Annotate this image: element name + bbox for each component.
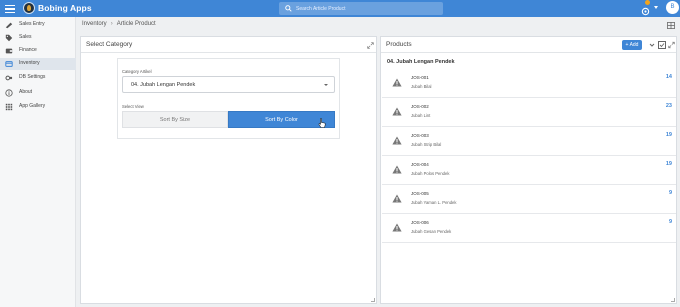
sidebar-item-app-gallery[interactable]: App Gallery (0, 101, 76, 113)
grid-icon (5, 103, 13, 111)
category-filter-card: Category Artikel 04. Jubah Lengan Pendek… (117, 58, 340, 139)
panel-header: Select Category (81, 37, 376, 53)
sidebar-item-inventory[interactable]: Inventory (0, 58, 76, 70)
product-name: Jubah Lint (411, 113, 431, 118)
product-code: JOS-001 (411, 75, 429, 80)
notification-badge (645, 0, 650, 5)
info-icon (5, 89, 13, 97)
hand-cursor-icon (318, 118, 326, 128)
product-name: Jubah Yaman L. Pendek (411, 200, 457, 205)
product-quantity: 9 (668, 190, 672, 196)
breadcrumb: Inventory › Article Product (82, 21, 156, 27)
product-row[interactable]: JOS-001 Jubah Bilal 14 (382, 69, 676, 98)
sidebar-item-label: App Gallery (19, 103, 46, 109)
chevron-down-icon[interactable] (649, 41, 655, 49)
sidebar-item-finance[interactable]: Finance (0, 45, 76, 57)
expand-icon[interactable] (367, 42, 374, 49)
product-row[interactable]: JOS-002 Jubah Lint 23 (382, 98, 676, 127)
resize-handle[interactable] (671, 298, 675, 302)
sidebar-item-label: Sales (19, 34, 32, 40)
panel-header: Products + Add (381, 37, 676, 53)
sidebar-item-label: Inventory (19, 60, 40, 66)
product-row[interactable]: JOS-006 Jubah Gesan Pendek 9 (382, 214, 676, 243)
category-select-value: 04. Jubah Lengan Pendek (131, 82, 196, 88)
layout-toggle-icon[interactable] (667, 22, 675, 29)
product-quantity: 14 (665, 74, 672, 80)
warning-icon (392, 223, 402, 232)
product-code: JOS-005 (411, 191, 429, 196)
product-row[interactable]: JOS-005 Jubah Yaman L. Pendek 9 (382, 185, 676, 214)
app-title: Bobing Apps (38, 3, 92, 13)
search-input[interactable] (296, 2, 436, 15)
products-panel: Products + Add 04. Jubah Lengan Pendek J… (380, 36, 677, 304)
expand-icon[interactable] (668, 41, 675, 49)
sidebar-item-sales[interactable]: Sales (0, 32, 76, 44)
hamburger-menu-icon[interactable] (5, 3, 15, 14)
product-quantity: 19 (665, 132, 672, 138)
breadcrumb-separator: › (110, 21, 113, 27)
warning-icon (392, 194, 402, 203)
product-name: Jubah Gesan Pendek (411, 229, 452, 234)
inventory-icon (5, 61, 13, 67)
sidebar-item-label: DB Settings (19, 74, 46, 80)
category-label: Category Artikel (122, 69, 152, 74)
sidebar-item-about[interactable]: About (0, 87, 76, 99)
user-avatar[interactable]: B (666, 1, 679, 14)
product-quantity: 9 (668, 219, 672, 225)
sidebar: Sales Entry Sales Finance Inventory DB S… (0, 17, 76, 307)
sidebar-item-label: About (19, 89, 33, 95)
product-quantity: 23 (665, 103, 672, 109)
sort-by-size-button[interactable]: Sort By Size (122, 111, 228, 128)
category-select[interactable]: 04. Jubah Lengan Pendek (122, 76, 335, 93)
add-product-button[interactable]: + Add (622, 40, 642, 50)
product-name: Jubah Bilal (411, 84, 432, 89)
app-logo (23, 2, 35, 14)
wallet-icon (5, 48, 13, 54)
sales-entry-icon (5, 22, 13, 29)
product-name: Jubah Polos Pendek (411, 171, 450, 176)
view-label: Select View (122, 104, 144, 109)
sidebar-item-db-settings[interactable]: DB Settings (0, 72, 76, 84)
tag-icon (5, 34, 13, 42)
warning-icon (392, 165, 402, 174)
warning-icon (392, 136, 402, 145)
breadcrumb-current: Article Product (116, 21, 156, 27)
chevron-down-icon[interactable] (654, 6, 658, 9)
top-app-bar: Bobing Apps B (0, 0, 680, 17)
resize-handle[interactable] (371, 298, 375, 302)
chevron-down-icon (324, 84, 328, 86)
search-icon (285, 5, 292, 12)
warning-icon (392, 78, 402, 87)
panel-title: Select Category (86, 41, 133, 48)
product-code: JOS-002 (411, 104, 429, 109)
product-code: JOS-004 (411, 162, 429, 167)
panel-title: Products (386, 41, 412, 48)
breadcrumb-parent[interactable]: Inventory (82, 21, 107, 27)
notification-icon[interactable] (641, 0, 650, 16)
product-row[interactable]: JOS-004 Jubah Polos Pendek 19 (382, 156, 676, 185)
sidebar-item-label: Sales Entry (19, 21, 45, 27)
product-row[interactable]: JOS-003 Jubah Strip Bilal 19 (382, 127, 676, 156)
product-quantity: 19 (665, 161, 672, 167)
product-code: JOS-006 (411, 220, 429, 225)
sidebar-item-sales-entry[interactable]: Sales Entry (0, 19, 76, 31)
checkbox-icon[interactable] (658, 41, 666, 49)
product-code: JOS-003 (411, 133, 429, 138)
sidebar-item-label: Finance (19, 47, 37, 53)
product-group-title: 04. Jubah Lengan Pendek (387, 59, 455, 65)
warning-icon (392, 107, 402, 116)
settings-icon (5, 75, 13, 81)
product-name: Jubah Strip Bilal (411, 142, 442, 147)
search-bar[interactable] (279, 2, 443, 15)
